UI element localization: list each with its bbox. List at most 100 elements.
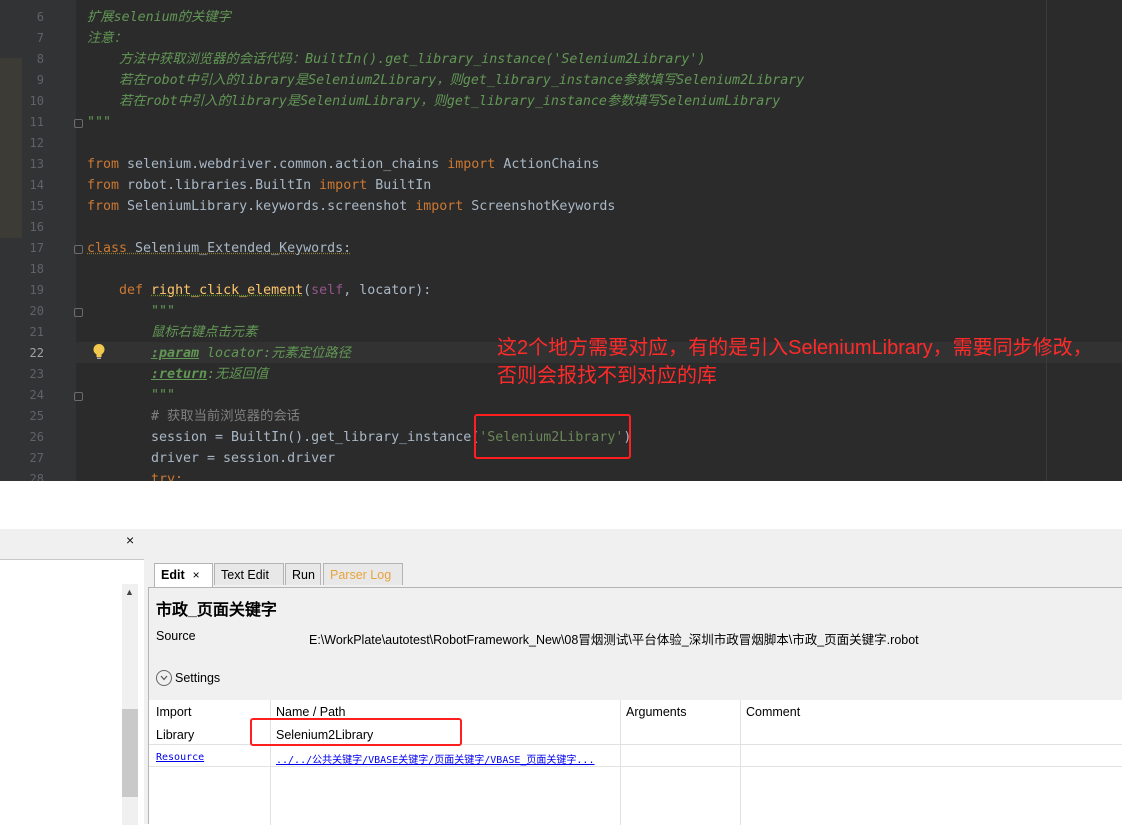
resource-path-link[interactable]: ../../公共关键字/VBASE关键字/页面关键字/VBASE_页面关键字..… [276,751,594,766]
line-number: 6 [36,10,44,24]
params: , locator): [343,283,432,298]
code-line-27: driver = session.driver [151,451,336,466]
line-number: 25 [29,409,44,423]
keyword: from [87,178,120,193]
column-header-name: Name / Path [276,705,346,719]
code-line-7: 注意： [87,31,127,46]
scrollbar-thumb[interactable] [122,709,138,797]
edit-panel: 市政_页面关键字 Source E:\WorkPlate\autotest\Ro… [148,587,1122,825]
code-line-10: 若在robt中引入的library是SeleniumLibrary，则get_l… [87,94,781,109]
code-line-23: :return:无返回值 [151,364,268,385]
code-line-11: """ [87,115,112,130]
page-title: 市政_页面关键字 [156,602,277,619]
code-line-9: 若在robot中引入的library是Selenium2Library，则get… [87,73,805,88]
settings-toggle[interactable]: Settings [156,670,220,686]
line-number-current: 22 [29,346,44,360]
code-line-21: 鼠标右键点击元素 [151,325,258,340]
docstring-tag: :return [151,367,208,382]
code-line-24: """ [151,388,176,403]
import-name: ActionChains [495,157,600,172]
settings-label: Settings [175,671,221,685]
code-line-15: from SeleniumLibrary.keywords.screenshot… [87,196,615,217]
import-name: BuiltIn [367,178,432,193]
module-name: robot.libraries.BuiltIn [119,178,320,193]
row-divider [149,766,1122,767]
class-name: Selenium_Extended_Keywords: [127,241,352,256]
fold-marker-icon[interactable] [74,245,83,254]
line-number: 23 [29,367,44,381]
docstring-text: locator:元素定位路径 [199,346,351,361]
scroll-up-icon[interactable]: ▲ [125,587,134,597]
keyword: from [87,199,120,214]
close-icon[interactable]: × [126,532,134,548]
line-number: 13 [29,157,44,171]
tab-run[interactable]: Run [285,563,321,585]
separator-gap [0,481,1122,529]
line-number: 7 [36,31,44,45]
fold-marker-icon[interactable] [74,308,83,317]
code-editor[interactable]: 6 7 8 9 10 11 12 13 14 15 16 17 18 19 20… [0,0,1122,481]
tab-text-edit[interactable]: Text Edit [214,563,284,585]
line-number: 14 [29,178,44,192]
annotation-note: 这2个地方需要对应，有的是引入SeleniumLibrary，需要同步修改，否则… [497,337,1093,387]
keyword: import [447,157,496,172]
code-line-8: 方法中获取浏览器的会话代码：BuiltIn().get_library_inst… [87,52,706,67]
line-number: 15 [29,199,44,213]
line-number: 19 [29,283,44,297]
import-table[interactable]: Import Name / Path Arguments Comment Lib… [149,700,1122,825]
tab-edit[interactable]: Edit × [154,563,213,587]
resource-header: 市政_页面关键字 Source E:\WorkPlate\autotest\Ro… [149,588,1122,700]
tree-pane[interactable]: ▲ [0,559,144,825]
column-header-comment: Comment [746,705,801,719]
column-divider [740,700,741,825]
keyword: def [119,283,144,298]
line-number: 26 [29,430,44,444]
line-number: 11 [29,115,44,129]
code-text: session = BuiltIn().get_library_instance… [151,430,480,445]
highlight-box-library [250,718,462,746]
code-line-28: try: [151,472,184,481]
fold-marker-icon[interactable] [74,119,83,128]
code-line-19: def right_click_element(self, locator): [119,280,431,301]
column-header-import: Import [156,705,192,719]
self-param: self [311,283,344,298]
source-label: Source [156,629,196,643]
keyword: import [415,199,464,214]
source-path: E:\WorkPlate\autotest\RobotFramework_New… [309,633,919,647]
line-number: 27 [29,451,44,465]
code-line-6: 扩展selenium的关键字 [87,10,231,25]
import-name: ScreenshotKeywords [463,199,616,214]
code-line-17: class Selenium_Extended_Keywords: [87,238,351,259]
column-divider [620,700,621,825]
code-line-25: # 获取当前浏览器的会话 [151,409,300,424]
module-name: SeleniumLibrary.keywords.screenshot [119,199,416,214]
code-line-20: """ [151,304,176,319]
line-number: 28 [29,472,44,481]
line-number: 12 [29,136,44,150]
column-header-arguments: Arguments [626,705,687,719]
highlight-box-code [474,414,631,459]
chevron-down-icon [156,670,172,686]
import-type-cell[interactable]: Library [156,728,194,742]
line-number: 8 [36,52,44,66]
line-number: 21 [29,325,44,339]
docstring-tag: :param [151,346,200,361]
tab-parser-log[interactable]: Parser Log [323,563,403,585]
docstring-text: :无返回值 [207,367,269,382]
line-number: 16 [29,220,44,234]
tab-label: Edit [161,568,185,582]
resource-link[interactable]: Resource [156,752,204,763]
keyword: import [319,178,368,193]
close-icon[interactable]: × [193,568,200,582]
line-number: 17 [29,241,44,255]
line-number: 20 [29,304,44,318]
scrollbar[interactable]: ▲ [122,584,138,825]
keyword: class [87,241,128,256]
ride-window: × ▲ Edit × Text Edit Run Parser Log 市政_页面… [0,529,1122,825]
line-number: 9 [36,73,44,87]
lightbulb-icon[interactable] [92,343,106,361]
right-margin-guide [1046,0,1047,481]
fold-marker-icon[interactable] [74,392,83,401]
code-line-14: from robot.libraries.BuiltIn import Buil… [87,175,431,196]
line-number: 18 [29,262,44,276]
